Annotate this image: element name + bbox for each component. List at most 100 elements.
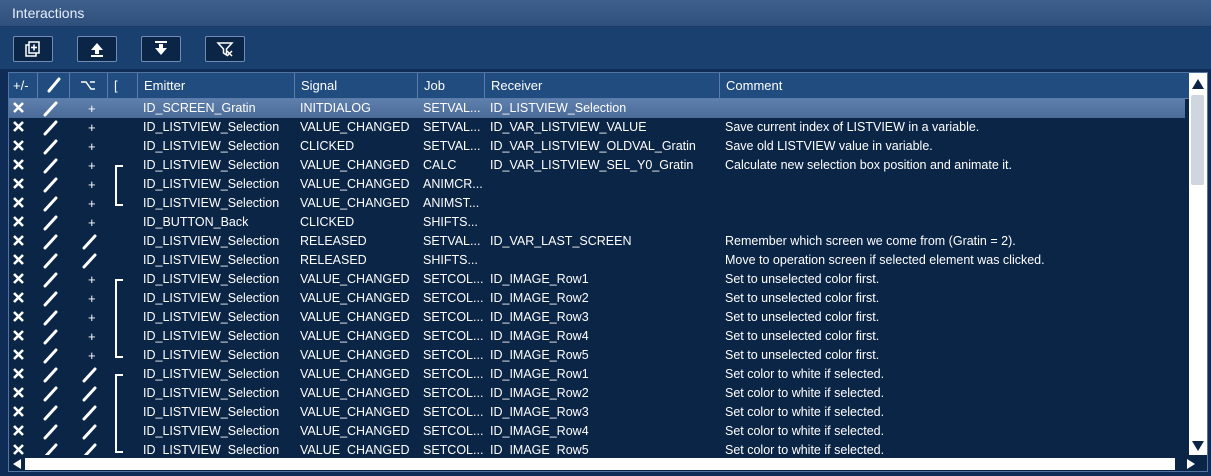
- column-header-receiver[interactable]: Receiver: [485, 73, 720, 98]
- job-cell[interactable]: SETVAL...: [423, 232, 485, 251]
- signal-cell[interactable]: VALUE_CHANGED: [300, 156, 418, 175]
- table-row[interactable]: + ID_LISTVIEW_Selection VALUE_CHANGED SETCO…: [9, 346, 1185, 365]
- table-row[interactable]: + ID_LISTVIEW_Selection VALUE_CHANGED SETCO…: [9, 289, 1185, 308]
- table-row[interactable]: ID_LISTVIEW_Selection VALUE_CHANGED SETCOL…: [9, 384, 1185, 403]
- emitter-cell[interactable]: ID_LISTVIEW_Selection: [143, 270, 293, 289]
- signal-cell[interactable]: VALUE_CHANGED: [300, 270, 418, 289]
- receiver-cell[interactable]: ID_VAR_LISTVIEW_VALUE: [490, 118, 720, 137]
- receiver-cell[interactable]: ID_IMAGE_Row4: [490, 422, 720, 441]
- comment-cell[interactable]: Set to unselected color first.: [725, 270, 1185, 289]
- comment-cell[interactable]: Set color to white if selected.: [725, 384, 1185, 403]
- edit-condition-icon[interactable]: [82, 234, 98, 250]
- job-cell[interactable]: ANIMST...: [423, 194, 485, 213]
- table-row[interactable]: + ID_SCREEN_Gratin INITDIALOG SETVAL... ID_L…: [9, 99, 1185, 118]
- job-cell[interactable]: SETCOL...: [423, 308, 485, 327]
- emitter-cell[interactable]: ID_LISTVIEW_Selection: [143, 384, 293, 403]
- emitter-cell[interactable]: ID_LISTVIEW_Selection: [143, 346, 293, 365]
- scroll-left-icon[interactable]: [13, 459, 21, 469]
- filter-button[interactable]: [205, 36, 245, 62]
- receiver-cell[interactable]: ID_IMAGE_Row4: [490, 327, 720, 346]
- delete-icon[interactable]: [12, 234, 25, 247]
- job-cell[interactable]: SETCOL...: [423, 384, 485, 403]
- table-row[interactable]: + ID_LISTVIEW_Selection VALUE_CHANGED SETCO…: [9, 308, 1185, 327]
- edit-icon[interactable]: [43, 310, 59, 326]
- delete-icon[interactable]: [12, 329, 25, 342]
- horizontal-scroll-thumb[interactable]: [25, 458, 1175, 470]
- comment-cell[interactable]: Save old LISTVIEW value in variable.: [725, 137, 1185, 156]
- signal-cell[interactable]: CLICKED: [300, 213, 418, 232]
- add-condition-icon[interactable]: +: [88, 270, 96, 289]
- edit-icon[interactable]: [43, 196, 59, 212]
- signal-cell[interactable]: VALUE_CHANGED: [300, 384, 418, 403]
- delete-icon[interactable]: [12, 158, 25, 171]
- table-row[interactable]: ID_LISTVIEW_Selection VALUE_CHANGED SETCOL…: [9, 365, 1185, 386]
- add-condition-icon[interactable]: +: [88, 346, 96, 365]
- delete-icon[interactable]: [12, 253, 25, 266]
- delete-icon[interactable]: [12, 367, 25, 380]
- table-row[interactable]: + ID_BUTTON_Back CLICKED SHIFTS...: [9, 213, 1185, 232]
- emitter-cell[interactable]: ID_LISTVIEW_Selection: [143, 327, 293, 346]
- add-condition-icon[interactable]: +: [88, 99, 96, 118]
- horizontal-scrollbar[interactable]: [9, 455, 1207, 471]
- job-cell[interactable]: ANIMCR...: [423, 175, 485, 194]
- column-header-signal[interactable]: Signal: [295, 73, 418, 98]
- delete-icon[interactable]: [12, 101, 25, 114]
- signal-cell[interactable]: VALUE_CHANGED: [300, 118, 418, 137]
- move-down-button[interactable]: [141, 36, 181, 62]
- add-condition-icon[interactable]: +: [88, 327, 96, 346]
- signal-cell[interactable]: VALUE_CHANGED: [300, 308, 418, 327]
- delete-icon[interactable]: [12, 177, 25, 190]
- edit-condition-icon[interactable]: [82, 367, 98, 383]
- edit-icon[interactable]: [43, 139, 59, 155]
- job-cell[interactable]: SETCOL...: [423, 270, 485, 289]
- delete-icon[interactable]: [12, 139, 25, 152]
- receiver-cell[interactable]: [490, 213, 720, 232]
- edit-icon[interactable]: [43, 291, 59, 307]
- column-header-condition[interactable]: [70, 73, 108, 98]
- edit-icon[interactable]: [43, 158, 59, 174]
- table-row[interactable]: + ID_LISTVIEW_Selection VALUE_CHANGED ANIMC…: [9, 175, 1185, 194]
- table-row[interactable]: + ID_LISTVIEW_Selection VALUE_CHANGED SETCO…: [9, 270, 1185, 291]
- comment-cell[interactable]: [725, 175, 1185, 194]
- comment-cell[interactable]: [725, 99, 1185, 118]
- edit-icon[interactable]: [43, 405, 59, 421]
- add-condition-icon[interactable]: +: [88, 194, 96, 213]
- vertical-scroll-thumb[interactable]: [1191, 95, 1204, 185]
- emitter-cell[interactable]: ID_LISTVIEW_Selection: [143, 156, 293, 175]
- signal-cell[interactable]: RELEASED: [300, 251, 418, 270]
- move-up-button[interactable]: [77, 36, 117, 62]
- job-cell[interactable]: SETVAL...: [423, 118, 485, 137]
- emitter-cell[interactable]: ID_LISTVIEW_Selection: [143, 137, 293, 156]
- delete-icon[interactable]: [12, 291, 25, 304]
- signal-cell[interactable]: RELEASED: [300, 232, 418, 251]
- comment-cell[interactable]: Remember which screen we come from (Grat…: [725, 232, 1185, 251]
- receiver-cell[interactable]: ID_IMAGE_Row2: [490, 289, 720, 308]
- add-condition-icon[interactable]: +: [88, 156, 96, 175]
- receiver-cell[interactable]: ID_IMAGE_Row1: [490, 365, 720, 384]
- receiver-cell[interactable]: ID_VAR_LAST_SCREEN: [490, 232, 720, 251]
- emitter-cell[interactable]: ID_LISTVIEW_Selection: [143, 118, 293, 137]
- emitter-cell[interactable]: ID_LISTVIEW_Selection: [143, 232, 293, 251]
- emitter-cell[interactable]: ID_LISTVIEW_Selection: [143, 289, 293, 308]
- edit-condition-icon[interactable]: [82, 405, 98, 421]
- scroll-down-icon[interactable]: [1192, 441, 1204, 451]
- comment-cell[interactable]: [725, 194, 1185, 213]
- edit-icon[interactable]: [43, 348, 59, 364]
- job-cell[interactable]: SETCOL...: [423, 289, 485, 308]
- emitter-cell[interactable]: ID_LISTVIEW_Selection: [143, 251, 293, 270]
- comment-cell[interactable]: Set to unselected color first.: [725, 289, 1185, 308]
- job-cell[interactable]: SETCOL...: [423, 346, 485, 365]
- delete-icon[interactable]: [12, 405, 25, 418]
- comment-cell[interactable]: Set to unselected color first.: [725, 308, 1185, 327]
- edit-icon[interactable]: [43, 101, 59, 117]
- receiver-cell[interactable]: ID_VAR_LISTVIEW_SEL_Y0_Gratin: [490, 156, 720, 175]
- delete-icon[interactable]: [12, 215, 25, 228]
- edit-icon[interactable]: [43, 253, 59, 269]
- job-cell[interactable]: SHIFTS...: [423, 251, 485, 270]
- comment-cell[interactable]: Set color to white if selected.: [725, 403, 1185, 422]
- job-cell[interactable]: SETCOL...: [423, 403, 485, 422]
- delete-icon[interactable]: [12, 348, 25, 361]
- add-condition-icon[interactable]: +: [88, 137, 96, 156]
- receiver-cell[interactable]: [490, 175, 720, 194]
- job-cell[interactable]: SETCOL...: [423, 327, 485, 346]
